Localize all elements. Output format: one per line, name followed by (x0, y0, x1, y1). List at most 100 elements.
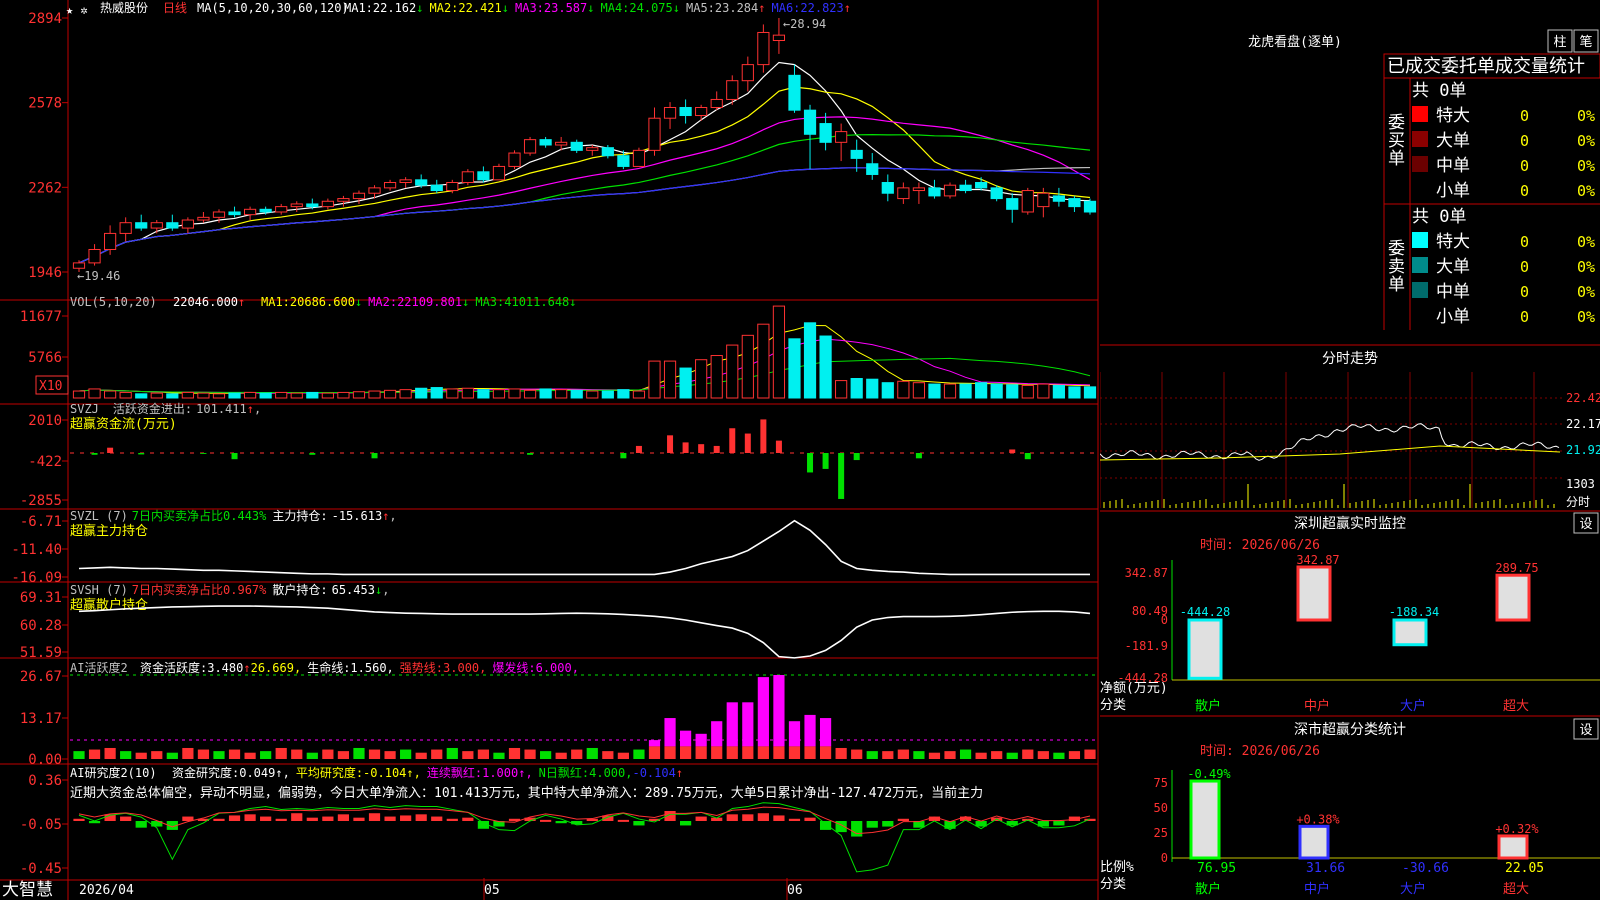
research-bar (384, 816, 396, 821)
activity-bar (291, 749, 303, 759)
research-bar (726, 814, 738, 821)
period-label[interactable]: 日线 (163, 1, 187, 15)
activity-bar (1053, 752, 1065, 759)
order-pct: 0% (1577, 157, 1595, 175)
sz-stats-chart: 75 50 25 0 -0.49% 76.95 散户 +0.38% 31.66 中户 -30.66 大… (1154, 767, 1600, 897)
volume-bar (710, 355, 723, 399)
y-tick-label: 0.00 (28, 752, 62, 768)
order-count: 0 (1520, 308, 1529, 326)
candle-body (788, 74, 801, 111)
svzj-bar (371, 453, 378, 459)
sz-monitor-cat-label: 分类 (1100, 698, 1126, 713)
sz-monitor-y-tick: -181.9 (1125, 639, 1168, 653)
volume-bar (866, 378, 879, 399)
svzj-bar (713, 445, 720, 453)
volume-bar (306, 391, 319, 399)
ai-research-panel[interactable]: AI研究度2(10) 资金研究度:0.049↑, 平均研究度:-0.104↑, 连续… (20, 765, 1096, 877)
sz-monitor-panel[interactable]: 深圳超赢实时监控 设 时间: 2026/06/26 342.8780.490-1… (1100, 510, 1600, 714)
candle-body (1052, 195, 1065, 202)
svsh-y-axis: 69.31 60.28 51.59 (20, 590, 68, 661)
activity-bar (368, 749, 381, 759)
svzj-bar (667, 435, 674, 453)
candle-body (555, 141, 568, 146)
order-size-label: 大单 (1436, 257, 1470, 277)
candle-body (1068, 198, 1081, 208)
sz-stats-panel[interactable]: 深市超赢分类统计 设 时间: 2026/06/26 7550250-0.49%7… (1100, 715, 1600, 897)
candle-body (679, 106, 692, 117)
svzj-bar (138, 453, 145, 455)
sz-monitor-category: 散户 (1195, 698, 1221, 714)
candle-body (368, 187, 381, 194)
activity-bar-lower (726, 746, 738, 759)
volume-bars (72, 305, 1097, 399)
intraday-panel[interactable]: 分时走势 22.42 22.17 21.92 1303 分时 (1100, 344, 1600, 509)
sz-monitor-y-tick: 0 (1161, 613, 1168, 627)
order-count: 0 (1520, 107, 1529, 125)
candle-body (243, 208, 257, 216)
candle-body (1021, 190, 1034, 213)
volume-bar (695, 359, 708, 399)
order-pct: 0% (1577, 283, 1595, 301)
candle-body (850, 149, 863, 159)
candle-body (912, 187, 926, 192)
y-tick-label: -0.45 (20, 861, 62, 877)
candle-body (897, 187, 910, 200)
sz-stats-change: -0.49% (1187, 767, 1231, 781)
sz-monitor-bar (1296, 565, 1332, 622)
candle-body (570, 141, 583, 151)
volume-bar (461, 387, 474, 399)
research-bar (353, 817, 365, 821)
svzj-bar (620, 453, 627, 459)
activity-bar-lower (648, 746, 661, 759)
candle-body (741, 64, 754, 82)
volume-bar (1037, 383, 1050, 399)
dragon-tiger-panel[interactable]: 龙虎看盘(逐单) 柱 笔 已成交委托单成交量统计 共 0单委买单特大 0 0%大单 0… (1248, 29, 1600, 330)
svzj-bar (915, 453, 922, 459)
sz-stats-category: 超大 (1503, 882, 1529, 897)
research-bar (120, 816, 132, 821)
volume-bar (88, 388, 101, 399)
research-bar (306, 817, 318, 821)
svsh-panel[interactable]: SVSH (7) 7日内买卖净占比0.967% 散户持仓: 65.453↓, 超赢散户… (20, 582, 1091, 661)
research-avg-line (78, 802, 1091, 873)
volume-bar (212, 393, 226, 399)
activity-bar (166, 752, 178, 759)
y-tick-label: -2855 (20, 493, 62, 509)
order-total: 共 0单 (1412, 207, 1466, 227)
activity-bar-lower (819, 746, 832, 759)
svzj-panel[interactable]: SVZJ 活跃资金进出: 101.411↑, 超赢资金流(万元) 2010 -422 -… (20, 401, 1095, 509)
sz-monitor-time: 时间: 2026/06/26 (1200, 538, 1320, 553)
svzl-panel[interactable]: SVZL (7) 7日内买卖净占比0.443% 主力持仓: -15.613↑, 超赢主… (11, 508, 1090, 586)
ai-research-legend: 资金研究度:0.049↑, 平均研究度:-0.104↑, 连续飘红:1.000↑, N… (172, 765, 683, 780)
activity-bar (384, 751, 396, 759)
volume-bar (881, 382, 894, 399)
volume-bar (399, 389, 412, 399)
activity-bar (151, 751, 163, 759)
candle-body (321, 200, 334, 208)
main-chart-area[interactable]: ★ ✲ 热威股份 日线 MA(5,10,20,30,60,120) MA1:22… (0, 0, 1100, 900)
sz-stats-cat-label: 分类 (1100, 877, 1126, 892)
activity-bar (477, 749, 489, 759)
volume-bar (1083, 386, 1097, 399)
sz-monitor-title: 深圳超赢实时监控 (1294, 515, 1406, 532)
research-bar (228, 815, 241, 821)
volume-bar (586, 390, 599, 399)
price-panel[interactable]: ★ ✲ 热威股份 日线 MA(5,10,20,30,60,120) MA1:22… (28, 1, 1097, 283)
side-panel[interactable]: 龙虎看盘(逐单) 柱 笔 已成交委托单成交量统计 共 0单委买单特大 0 0%大单 0… (1100, 0, 1600, 900)
candle-body (181, 219, 194, 229)
y-tick-label: 2010 (28, 413, 62, 429)
intraday-lines (1100, 423, 1561, 461)
candle-body (866, 163, 879, 175)
sz-monitor-category: 大户 (1400, 698, 1426, 714)
volume-bar (1068, 386, 1081, 399)
order-color-swatch (1412, 131, 1428, 147)
ai-activity-panel[interactable]: AI活跃度2 资金活跃度:3.480↑26.669, 生命线:1.560, 强势线:… (20, 660, 1096, 768)
activity-bar (897, 749, 909, 759)
candle-body (383, 182, 397, 189)
sz-stats-change: +0.32% (1495, 822, 1539, 836)
activity-bar (88, 749, 101, 759)
research-bar (322, 816, 334, 821)
vol-y-axis: 11677 5766 (20, 309, 68, 366)
volume-panel[interactable]: VOL(5,10,20) 22046.000↑ MA1:20686.600↓ MA… (20, 295, 1097, 399)
activity-bar (446, 747, 458, 759)
